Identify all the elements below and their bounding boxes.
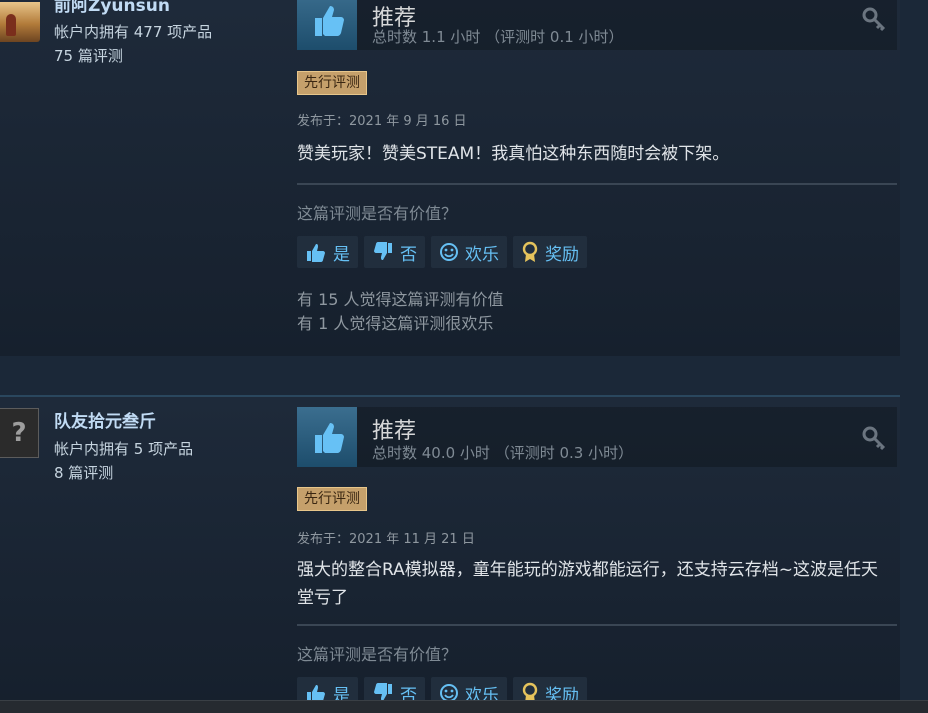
review-count[interactable]: 75 篇评测 <box>54 44 123 68</box>
smiley-icon <box>440 243 458 261</box>
vote-funny-label: 欢乐 <box>465 244 499 265</box>
bottom-scrollbar[interactable] <box>0 700 928 713</box>
thumbs-down-icon <box>374 242 392 260</box>
early-access-badge: 先行评测 <box>297 71 367 95</box>
posted-date: 发布于：2021 年 9 月 16 日 <box>297 114 467 129</box>
vote-yes-label: 是 <box>333 244 350 265</box>
review-card: 队友拾元叁斤 帐户内拥有 5 项产品 8 篇评测 推荐 总时数 40.0 小时 … <box>0 395 900 709</box>
vote-header[interactable]: 推荐 总时数 1.1 小时 （评测时 0.1 小时） <box>297 0 897 50</box>
divider <box>297 183 897 185</box>
key-icon <box>861 425 887 451</box>
vote-no-button[interactable]: 否 <box>364 236 425 268</box>
posted-date: 发布于：2021 年 11 月 21 日 <box>297 532 475 547</box>
playtime-hours: 总时数 1.1 小时 （评测时 0.1 小时） <box>372 28 624 46</box>
badge-label: 先行评测 <box>304 491 360 507</box>
playtime-hours: 总时数 40.0 小时 （评测时 0.3 小时） <box>372 444 634 462</box>
helpful-question: 这篇评测是否有价值？ <box>297 645 458 664</box>
author-name[interactable]: 队友拾元叁斤 <box>54 407 156 432</box>
avatar[interactable]: ? <box>0 408 39 458</box>
badge-label: 先行评测 <box>304 75 360 91</box>
early-access-badge: 先行评测 <box>297 487 367 511</box>
key-icon <box>861 6 887 32</box>
avatar-placeholder: ? <box>11 418 27 448</box>
helpful-stat: 有 15 人觉得这篇评测有价值 <box>297 290 504 309</box>
vote-no-label: 否 <box>400 244 417 265</box>
review-count[interactable]: 8 篇评测 <box>54 461 113 485</box>
right-gutter <box>900 0 928 712</box>
award-icon <box>522 241 538 262</box>
review-text: 赞美玩家！赞美STEAM！我真怕这种东西随时会被下架。 <box>297 144 730 164</box>
author-name[interactable]: 前阿Zyunsun <box>54 0 170 16</box>
products-owned[interactable]: 帐户内拥有 477 项产品 <box>54 20 212 44</box>
helpful-question: 这篇评测是否有价值？ <box>297 204 458 223</box>
vote-header[interactable]: 推荐 总时数 40.0 小时 （评测时 0.3 小时） <box>297 407 897 467</box>
thumbs-up-icon <box>307 244 325 262</box>
review-card: 前阿Zyunsun 帐户内拥有 477 项产品 75 篇评测 推荐 总时数 1.… <box>0 0 900 356</box>
products-owned[interactable]: 帐户内拥有 5 项产品 <box>54 437 193 461</box>
review-verdict: 推荐 <box>372 419 417 444</box>
rating-buttons: 是 否 欢乐 奖励 <box>297 236 587 268</box>
award-label: 奖励 <box>545 244 579 265</box>
avatar[interactable] <box>0 2 40 42</box>
thumbs-up-icon <box>297 407 357 467</box>
award-button[interactable]: 奖励 <box>513 236 587 268</box>
review-text: 强大的整合RA模拟器，童年能玩的游戏都能运行，还支持云存档~这波是任天堂亏了 <box>297 560 878 608</box>
divider <box>297 624 897 626</box>
funny-stat: 有 1 人觉得这篇评测很欢乐 <box>297 314 494 333</box>
vote-yes-button[interactable]: 是 <box>297 236 358 268</box>
thumbs-up-icon <box>297 0 357 50</box>
vote-funny-button[interactable]: 欢乐 <box>431 236 507 268</box>
